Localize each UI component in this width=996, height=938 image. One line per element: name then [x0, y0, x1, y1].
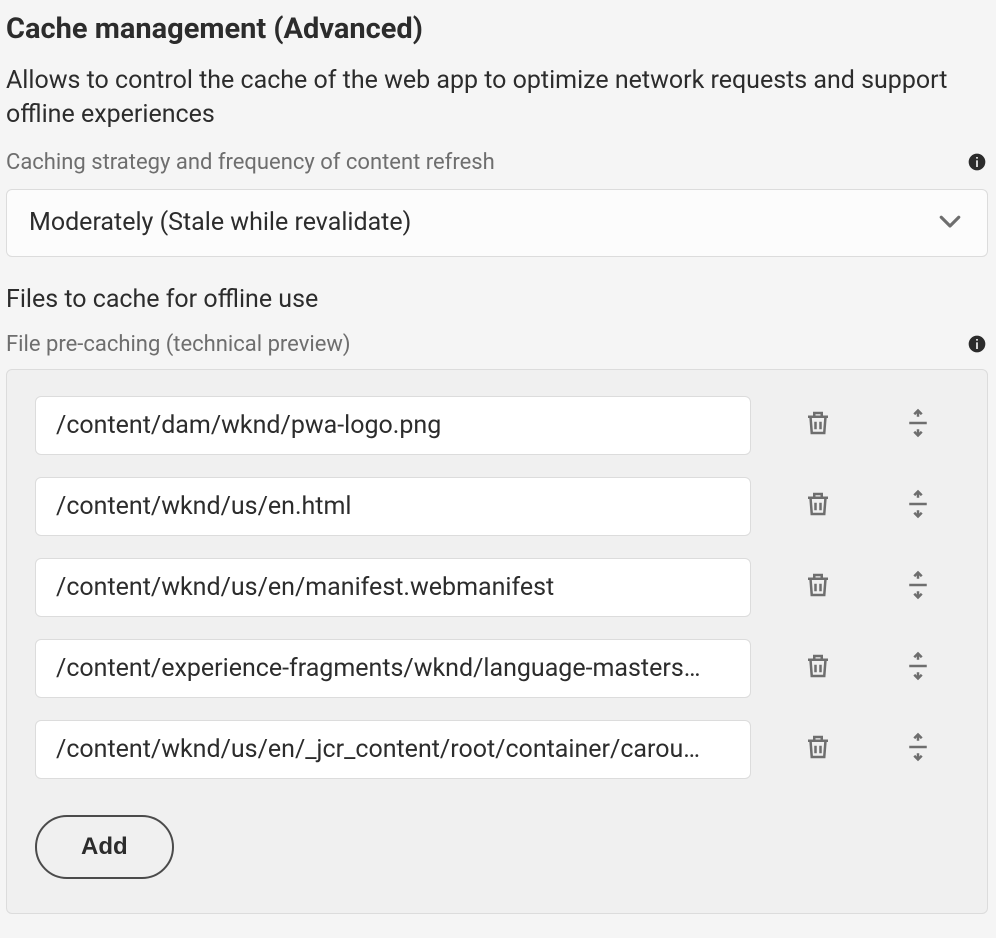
- section-description: Allows to control the cache of the web a…: [6, 64, 988, 132]
- file-path-input[interactable]: /content/experience-fragments/wknd/langu…: [35, 639, 751, 698]
- file-row: /content/wknd/us/en.html: [35, 477, 959, 536]
- file-path-input[interactable]: /content/wknd/us/en/manifest.webmanifest: [35, 558, 751, 617]
- file-path-input[interactable]: /content/wknd/us/en.html: [35, 477, 751, 536]
- strategy-label: Caching strategy and frequency of conten…: [6, 150, 495, 175]
- reorder-handle[interactable]: [893, 489, 943, 523]
- trash-icon: [803, 732, 833, 766]
- info-icon[interactable]: [966, 152, 988, 172]
- strategy-select[interactable]: Moderately (Stale while revalidate): [6, 189, 988, 257]
- reorder-icon: [903, 651, 933, 685]
- reorder-icon: [903, 408, 933, 442]
- reorder-handle[interactable]: [893, 732, 943, 766]
- delete-button[interactable]: [793, 570, 843, 604]
- reorder-handle[interactable]: [893, 570, 943, 604]
- info-icon[interactable]: [966, 334, 988, 354]
- trash-icon: [803, 408, 833, 442]
- section-title: Cache management (Advanced): [6, 12, 988, 46]
- trash-icon: [803, 489, 833, 523]
- reorder-icon: [903, 489, 933, 523]
- file-row: /content/experience-fragments/wknd/langu…: [35, 639, 959, 698]
- file-path-input[interactable]: /content/wknd/us/en/_jcr_content/root/co…: [35, 720, 751, 779]
- reorder-handle[interactable]: [893, 651, 943, 685]
- file-row: /content/wknd/us/en/_jcr_content/root/co…: [35, 720, 959, 779]
- delete-button[interactable]: [793, 732, 843, 766]
- precache-title: Files to cache for offline use: [6, 285, 988, 314]
- chevron-down-icon: [935, 206, 965, 240]
- file-row: /content/dam/wknd/pwa-logo.png: [35, 396, 959, 455]
- file-row: /content/wknd/us/en/manifest.webmanifest: [35, 558, 959, 617]
- delete-button[interactable]: [793, 651, 843, 685]
- file-path-input[interactable]: /content/dam/wknd/pwa-logo.png: [35, 396, 751, 455]
- reorder-icon: [903, 732, 933, 766]
- trash-icon: [803, 651, 833, 685]
- add-button[interactable]: Add: [35, 815, 174, 879]
- reorder-icon: [903, 570, 933, 604]
- trash-icon: [803, 570, 833, 604]
- precache-file-list: /content/dam/wknd/pwa-logo.png /content/…: [6, 369, 988, 914]
- strategy-value: Moderately (Stale while revalidate): [29, 208, 411, 237]
- delete-button[interactable]: [793, 408, 843, 442]
- reorder-handle[interactable]: [893, 408, 943, 442]
- delete-button[interactable]: [793, 489, 843, 523]
- precache-label: File pre-caching (technical preview): [6, 332, 351, 357]
